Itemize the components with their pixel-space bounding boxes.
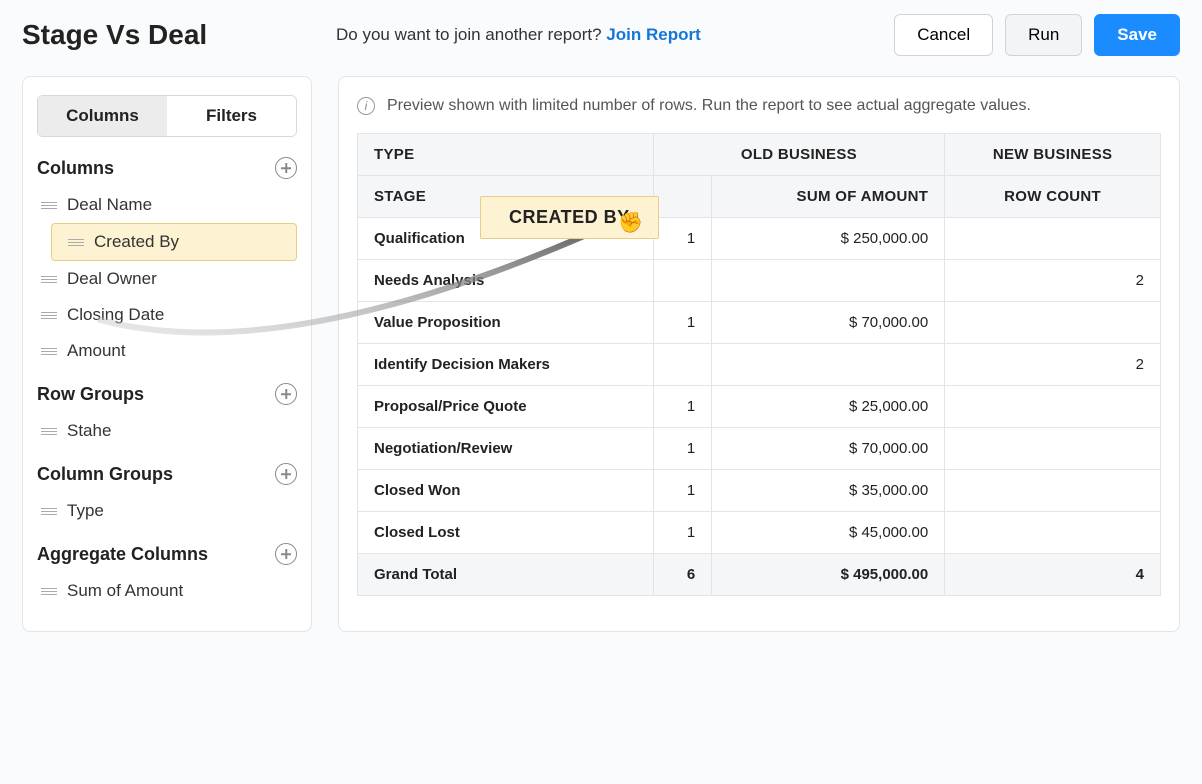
table-row: Needs Analysis2 bbox=[358, 260, 1161, 302]
table-row: Value Proposition1$ 70,000.00 bbox=[358, 302, 1161, 344]
column-item[interactable]: Amount bbox=[37, 333, 297, 369]
grip-icon bbox=[41, 312, 57, 319]
report-table: TYPE OLD BUSINESS NEW BUSINESS STAGE SUM… bbox=[357, 133, 1161, 596]
section-columns-label: Columns bbox=[37, 158, 114, 179]
info-icon: i bbox=[357, 97, 375, 115]
preview-info-text: Preview shown with limited number of row… bbox=[387, 97, 1031, 115]
grip-icon bbox=[41, 202, 57, 209]
table-row: Qualification1$ 250,000.00 bbox=[358, 218, 1161, 260]
section-aggcols-label: Aggregate Columns bbox=[37, 544, 208, 565]
th-old-business: OLD BUSINESS bbox=[653, 134, 945, 176]
add-aggcol-button[interactable] bbox=[275, 543, 297, 565]
grip-icon bbox=[41, 588, 57, 595]
add-column-button[interactable] bbox=[275, 157, 297, 179]
section-colgroups-label: Column Groups bbox=[37, 464, 173, 485]
th-sum: SUM OF AMOUNT bbox=[712, 176, 945, 218]
grip-icon bbox=[41, 348, 57, 355]
grip-icon bbox=[41, 508, 57, 515]
colgroup-item[interactable]: Type bbox=[37, 493, 297, 529]
table-row: Closed Won1$ 35,000.00 bbox=[358, 470, 1161, 512]
join-report-link[interactable]: Join Report bbox=[606, 25, 700, 44]
grip-icon bbox=[41, 276, 57, 283]
th-new-business: NEW BUSINESS bbox=[945, 134, 1161, 176]
th-stage: STAGE bbox=[358, 176, 654, 218]
table-row: Identify Decision Makers2 bbox=[358, 344, 1161, 386]
cancel-button[interactable]: Cancel bbox=[894, 14, 993, 56]
tab-columns[interactable]: Columns bbox=[38, 96, 167, 136]
table-row: Closed Lost1$ 45,000.00 bbox=[358, 512, 1161, 554]
table-row: Negotiation/Review1$ 70,000.00 bbox=[358, 428, 1161, 470]
grip-icon bbox=[41, 428, 57, 435]
tab-filters[interactable]: Filters bbox=[167, 96, 296, 136]
th-type: TYPE bbox=[358, 134, 654, 176]
table-row-grandtotal: Grand Total6$ 495,000.004 bbox=[358, 554, 1161, 596]
add-rowgroup-button[interactable] bbox=[275, 383, 297, 405]
section-rowgroups-label: Row Groups bbox=[37, 384, 144, 405]
save-button[interactable]: Save bbox=[1094, 14, 1180, 56]
preview-panel: i Preview shown with limited number of r… bbox=[338, 76, 1180, 632]
sidebar-tabs: Columns Filters bbox=[37, 95, 297, 137]
add-colgroup-button[interactable] bbox=[275, 463, 297, 485]
rowgroup-item[interactable]: Stahe bbox=[37, 413, 297, 449]
th-rowcount: ROW COUNT bbox=[945, 176, 1161, 218]
column-item[interactable]: Closing Date bbox=[37, 297, 297, 333]
aggcol-item[interactable]: Sum of Amount bbox=[37, 573, 297, 609]
th-blank bbox=[653, 176, 712, 218]
page-title: Stage Vs Deal bbox=[22, 19, 322, 51]
table-row: Proposal/Price Quote1$ 25,000.00 bbox=[358, 386, 1161, 428]
column-item[interactable]: Deal Name bbox=[37, 187, 297, 223]
config-sidebar: Columns Filters Columns Deal Name Create… bbox=[22, 76, 312, 632]
run-button[interactable]: Run bbox=[1005, 14, 1082, 56]
column-item-selected[interactable]: Created By bbox=[51, 223, 297, 261]
grip-icon bbox=[68, 239, 84, 246]
column-item[interactable]: Deal Owner bbox=[37, 261, 297, 297]
join-prompt: Do you want to join another report? Join… bbox=[336, 25, 701, 45]
